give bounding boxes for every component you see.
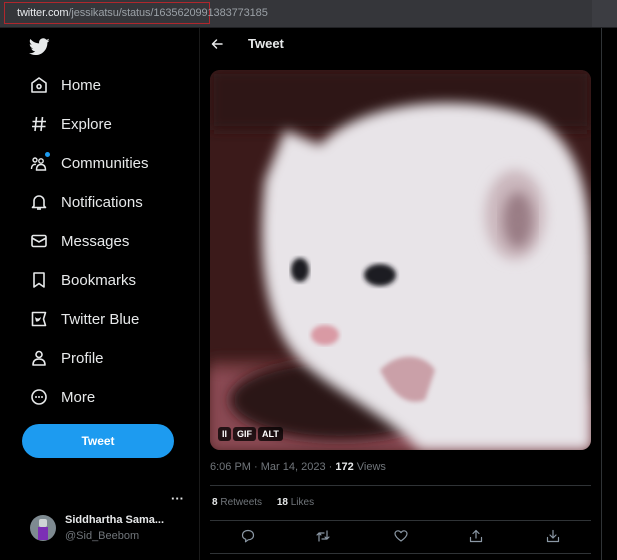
sidebar-item-home[interactable]: Home xyxy=(30,73,101,97)
divider xyxy=(210,553,591,554)
divider xyxy=(210,520,591,521)
bell-icon xyxy=(31,195,47,210)
retweet-icon[interactable] xyxy=(316,529,330,543)
sidebar-item-bookmarks[interactable]: Bookmarks xyxy=(30,268,136,292)
tweet-button[interactable]: Tweet xyxy=(22,424,174,458)
account-more-icon[interactable]: ··· xyxy=(171,492,184,505)
views-label: Views xyxy=(356,461,386,473)
sidebar-item-label: Home xyxy=(61,76,102,94)
sidebar-item-communities[interactable]: Communities xyxy=(30,151,149,175)
bookmark-icon xyxy=(33,272,45,288)
tweet-gif[interactable]: II GIF ALT xyxy=(210,70,591,450)
like-icon[interactable] xyxy=(394,529,408,543)
more-circle-icon xyxy=(31,389,47,405)
sidebar: Home Explore Communities Notifications M… xyxy=(0,28,198,560)
tweet-timestamp: 6:06 PM · Mar 14, 2023 · 172 Views xyxy=(210,461,386,473)
sidebar-item-explore[interactable]: Explore xyxy=(30,112,112,136)
retweets-label: Retweets xyxy=(220,497,263,508)
browser-toolbar-edge xyxy=(592,0,617,27)
tweet-stats: 8 Retweets 18 Likes xyxy=(212,497,326,508)
column-divider xyxy=(601,28,602,560)
sidebar-item-profile[interactable]: Profile xyxy=(30,346,104,370)
avatar xyxy=(30,515,56,541)
sidebar-item-label: Profile xyxy=(61,349,104,367)
sidebar-item-label: Explore xyxy=(61,115,112,133)
person-icon xyxy=(32,350,46,366)
twitter-bird-icon[interactable] xyxy=(29,38,50,56)
likes-stat[interactable]: 18 Likes xyxy=(277,497,314,508)
url-highlight-box: twitter.com/jessikatsu/status/1635620991… xyxy=(4,2,268,24)
views-count: 172 xyxy=(335,461,354,473)
sidebar-item-notifications[interactable]: Notifications xyxy=(30,190,143,214)
sidebar-item-more[interactable]: More xyxy=(30,385,95,409)
share-icon[interactable] xyxy=(469,529,483,543)
gif-badge: GIF xyxy=(233,427,257,441)
download-icon[interactable] xyxy=(546,529,560,543)
url-host: twitter.com xyxy=(17,7,69,19)
account-handle: @Sid_Beebom xyxy=(65,530,140,542)
communities-icon xyxy=(30,152,50,172)
account-name: Siddhartha Sama... xyxy=(65,514,165,526)
sidebar-item-label: Communities xyxy=(61,154,149,172)
back-arrow-icon[interactable] xyxy=(211,38,223,50)
account-switcher[interactable]: Siddhartha Sama... @Sid_Beebom xyxy=(30,514,164,542)
likes-count: 18 xyxy=(276,497,288,508)
url-path: /jessikatsu/status/1635620991383773185 xyxy=(68,7,268,19)
notification-dot xyxy=(45,152,50,157)
column-divider xyxy=(199,28,200,560)
sidebar-item-messages[interactable]: Messages xyxy=(30,229,129,253)
tweet-time[interactable]: 6:06 PM xyxy=(210,461,251,473)
retweets-stat[interactable]: 8 Retweets xyxy=(212,497,262,508)
reply-icon[interactable] xyxy=(241,529,255,543)
media-badges: II GIF ALT xyxy=(218,427,283,441)
sidebar-item-label: Bookmarks xyxy=(61,271,137,289)
sidebar-item-twitter-blue[interactable]: Twitter Blue xyxy=(30,307,139,331)
tweet-date[interactable]: Mar 14, 2023 xyxy=(261,461,326,473)
sidebar-item-label: Messages xyxy=(61,232,130,250)
twitter-blue-icon xyxy=(31,311,47,327)
hashtag-icon xyxy=(32,116,46,132)
home-icon xyxy=(31,77,47,93)
pause-button[interactable]: II xyxy=(218,427,232,441)
sidebar-item-label: Twitter Blue xyxy=(61,310,140,328)
sidebar-item-label: Notifications xyxy=(61,193,143,211)
page-title: Tweet xyxy=(248,36,284,51)
alt-badge[interactable]: ALT xyxy=(258,427,283,441)
likes-label: Likes xyxy=(290,497,315,508)
sidebar-item-label: More xyxy=(61,388,96,406)
tweet-header: Tweet xyxy=(200,28,601,62)
url-text[interactable]: twitter.com/jessikatsu/status/1635620991… xyxy=(17,7,268,19)
divider xyxy=(210,485,591,486)
address-bar[interactable]: twitter.com/jessikatsu/status/1635620991… xyxy=(0,0,617,28)
tweet-actions xyxy=(210,522,591,552)
retweets-count: 8 xyxy=(212,497,218,508)
envelope-icon xyxy=(31,234,47,248)
kitten-image xyxy=(210,70,591,450)
